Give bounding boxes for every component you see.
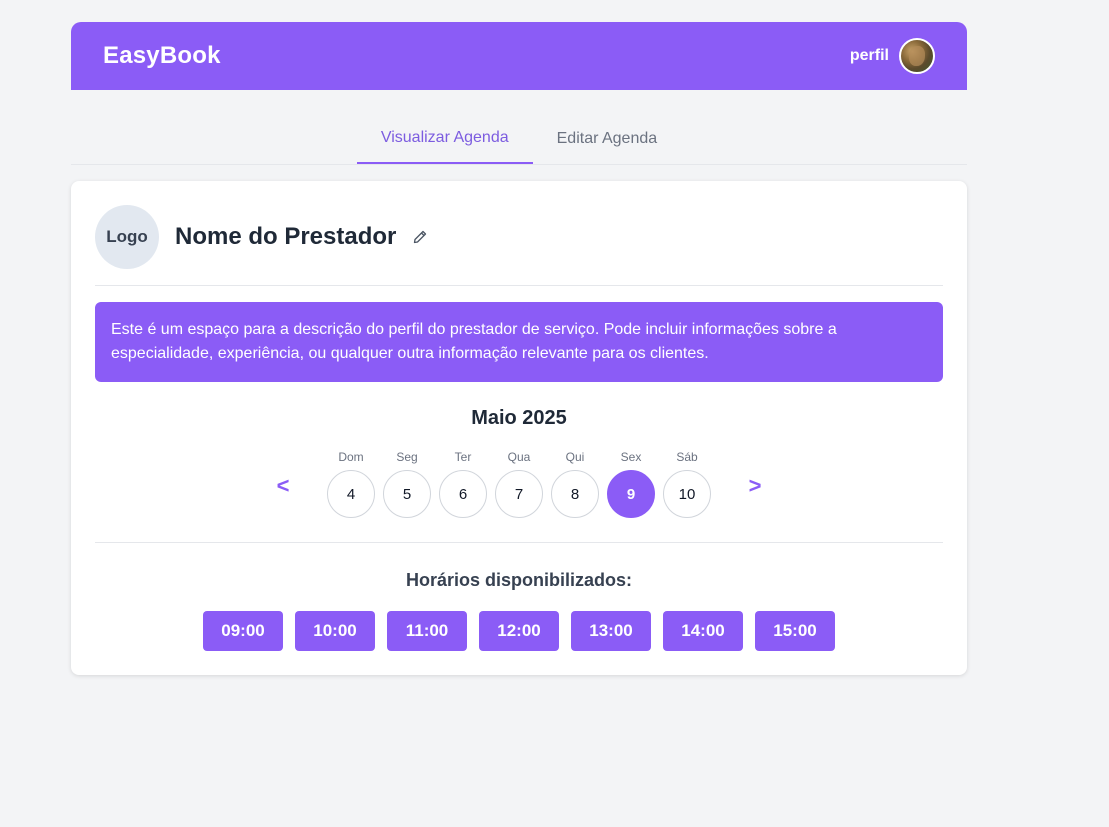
day-column: Qua 7	[495, 450, 543, 518]
time-slot-button[interactable]: 14:00	[663, 611, 743, 651]
week-days: Dom 4 Seg 5 Ter 6 Qua 7 Qui 8 Sex 9 Sáb …	[327, 450, 711, 518]
day-name: Ter	[454, 450, 472, 464]
app-header: EasyBook perfil	[71, 22, 967, 90]
brand-logo[interactable]: EasyBook	[103, 42, 221, 70]
time-slots: 09:00 10:00 11:00 12:00 13:00 14:00 15:0…	[203, 611, 835, 651]
time-slot-button[interactable]: 09:00	[203, 611, 283, 651]
agenda-card: Logo Nome do Prestador Este é um espaço …	[71, 181, 967, 675]
avatar[interactable]	[899, 38, 935, 74]
time-slot-button[interactable]: 13:00	[571, 611, 651, 651]
day-button[interactable]: 10	[663, 470, 711, 518]
provider-description: Este é um espaço para a descrição do per…	[95, 302, 943, 382]
tab-visualizar-agenda[interactable]: Visualizar Agenda	[356, 114, 533, 164]
day-column: Qui 8	[551, 450, 599, 518]
next-week-button[interactable]: >	[745, 473, 765, 499]
time-slot-button[interactable]: 12:00	[479, 611, 559, 651]
divider	[95, 542, 943, 543]
day-column: Ter 6	[439, 450, 487, 518]
day-column: Seg 5	[383, 450, 431, 518]
tab-bar: Visualizar Agenda Editar Agenda	[71, 114, 967, 165]
day-column: Dom 4	[327, 450, 375, 518]
month-label: Maio 2025	[471, 407, 567, 429]
day-name: Qui	[565, 450, 585, 464]
time-slot-button[interactable]: 11:00	[387, 611, 467, 651]
day-name: Sex	[620, 450, 642, 464]
provider-name: Nome do Prestador	[175, 223, 397, 250]
day-name: Sáb	[676, 450, 698, 464]
day-button[interactable]: 4	[327, 470, 375, 518]
time-slot-button[interactable]: 15:00	[755, 611, 835, 651]
day-name: Seg	[396, 450, 418, 464]
provider-logo: Logo	[95, 205, 159, 269]
time-slot-button[interactable]: 10:00	[295, 611, 375, 651]
day-name: Dom	[338, 450, 364, 464]
day-column: Sex 9	[607, 450, 655, 518]
day-name: Qua	[507, 450, 531, 464]
tab-editar-agenda[interactable]: Editar Agenda	[533, 114, 682, 164]
day-button[interactable]: 7	[495, 470, 543, 518]
pencil-icon[interactable]	[412, 229, 428, 245]
day-button[interactable]: 8	[551, 470, 599, 518]
profile-label[interactable]: perfil	[850, 47, 889, 65]
profile-menu[interactable]: perfil	[850, 38, 935, 74]
day-button[interactable]: 5	[383, 470, 431, 518]
slots-title: Horários disponibilizados:	[405, 570, 633, 590]
prev-week-button[interactable]: <	[273, 473, 293, 499]
day-button[interactable]: 6	[439, 470, 487, 518]
day-column: Sáb 10	[663, 450, 711, 518]
provider-header: Logo Nome do Prestador	[95, 205, 943, 286]
day-button-selected[interactable]: 9	[607, 470, 655, 518]
